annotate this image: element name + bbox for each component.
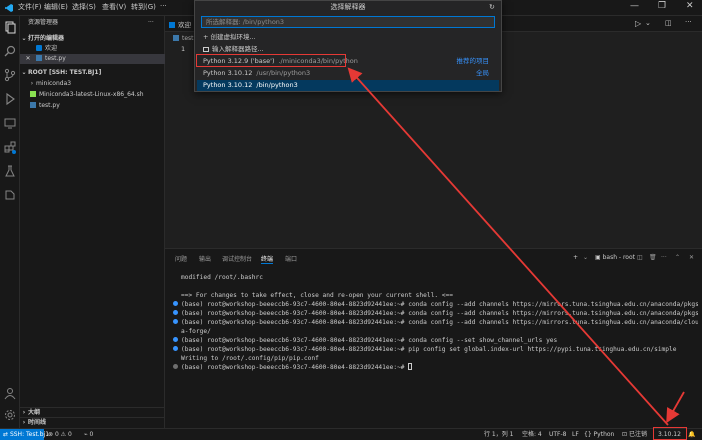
annotation-arrow-short — [666, 391, 685, 424]
annotation-arrow-long — [347, 67, 669, 426]
annotation-arrows — [347, 67, 685, 426]
